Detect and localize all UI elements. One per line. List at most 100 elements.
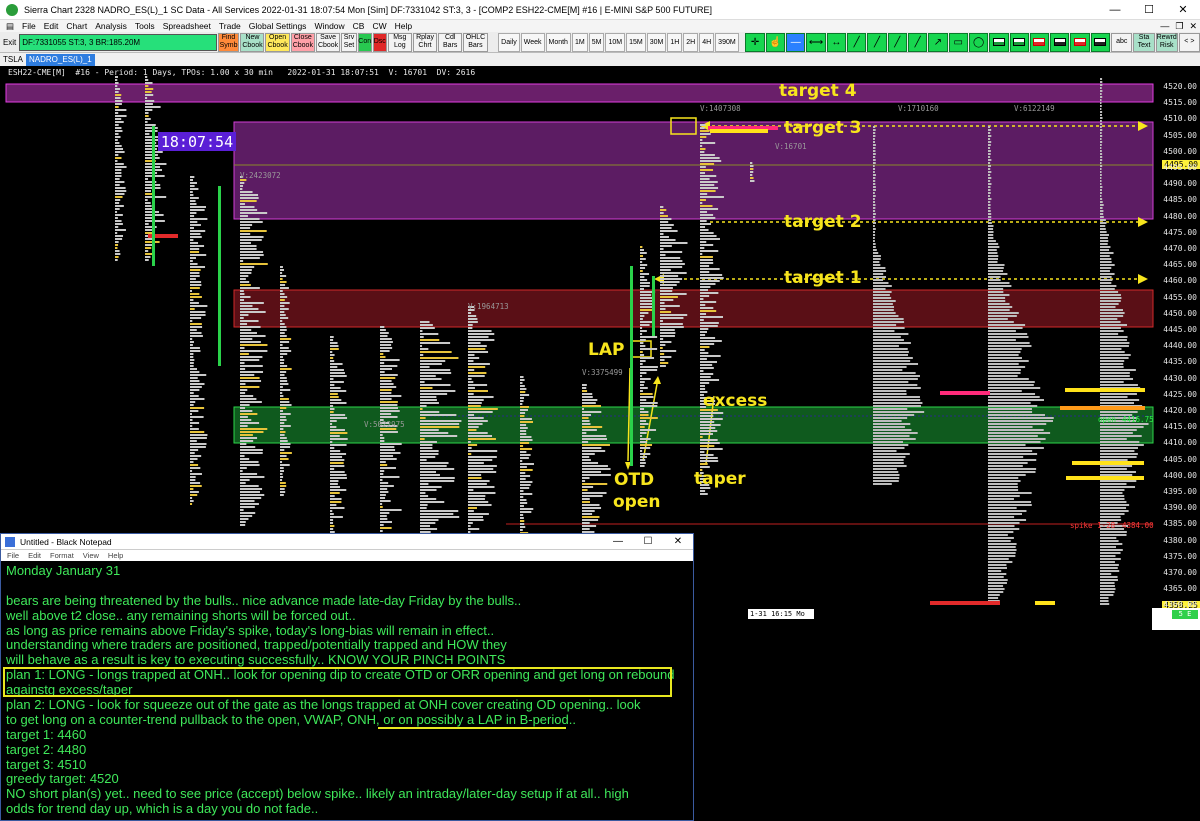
minimize-button[interactable]: —: [1098, 0, 1132, 20]
volume-row: [1100, 144, 1102, 146]
draw-tool-9-icon[interactable]: ↗: [928, 32, 948, 52]
mdi-control-2[interactable]: ✕: [1186, 21, 1200, 32]
tpo-row: [240, 506, 255, 508]
maximize-button[interactable]: ☐: [1132, 0, 1166, 20]
draw-tool-3-icon[interactable]: ⟷: [806, 32, 826, 52]
period-4h[interactable]: 4H: [699, 32, 715, 52]
tpo-row: [240, 245, 257, 247]
draw-tool-8-icon[interactable]: ╱: [907, 32, 928, 52]
period-10m[interactable]: 10M: [605, 32, 626, 52]
volume-row: [873, 201, 876, 203]
period-5m[interactable]: 5M: [588, 32, 605, 52]
volume-row: [988, 528, 1020, 530]
notepad-menu-help[interactable]: Help: [108, 551, 123, 560]
toolbar-button-5[interactable]: Srv Set: [341, 32, 357, 52]
menu-window[interactable]: Window: [310, 21, 348, 31]
tpo-row: [380, 350, 390, 352]
period-390m[interactable]: 390M: [715, 32, 739, 52]
tpo-row: [420, 336, 424, 338]
menu-global-settings[interactable]: Global Settings: [245, 21, 311, 31]
tpo-row: [640, 408, 645, 410]
notepad-menu-file[interactable]: File: [7, 551, 19, 560]
menu-chart[interactable]: Chart: [62, 21, 91, 31]
toolbar-button-11[interactable]: OHLC Bars: [463, 32, 488, 52]
volume-row: [1100, 444, 1144, 446]
bar-style-1-icon[interactable]: [1009, 32, 1029, 52]
tpo-row: [240, 212, 268, 214]
draw-tool-4-icon[interactable]: ↔: [826, 32, 847, 52]
draw-tool-1-icon[interactable]: ☝: [765, 32, 786, 52]
scroll-strip[interactable]: 5 E: [1152, 608, 1200, 630]
right-button-0[interactable]: abc: [1111, 32, 1133, 52]
period-month[interactable]: Month: [545, 32, 571, 52]
close-button[interactable]: ✕: [1166, 0, 1200, 20]
right-button-2[interactable]: Rewrd Risk: [1155, 32, 1178, 52]
toolbar-button-8[interactable]: Msg Log: [387, 32, 412, 52]
toolbar-button-1[interactable]: New Cbook: [240, 32, 265, 52]
notepad-menu-view[interactable]: View: [83, 551, 99, 560]
period-15m[interactable]: 15M: [626, 32, 646, 52]
menu-tools[interactable]: Tools: [131, 21, 159, 31]
volume-row: [1100, 282, 1112, 284]
tpo-row: [280, 464, 290, 466]
account-status[interactable]: DF:7331055 ST:3, 3 BR:185.20M: [19, 33, 217, 51]
draw-tool-11-icon[interactable]: ◯: [968, 32, 989, 52]
period-2h[interactable]: 2H: [683, 32, 699, 52]
bar-style-3-icon[interactable]: [1050, 32, 1070, 52]
tpo-row: [240, 443, 247, 445]
right-button-1[interactable]: Sta Text: [1133, 32, 1155, 52]
period-week[interactable]: Week: [520, 32, 545, 52]
right-button-3[interactable]: < >: [1178, 32, 1200, 52]
bar-style-2-icon[interactable]: [1029, 32, 1050, 52]
tpo-row: [660, 320, 663, 322]
toolbar-button-6[interactable]: Con: [357, 32, 372, 52]
notepad-close-button[interactable]: ✕: [663, 536, 693, 547]
menu-cw[interactable]: CW: [368, 21, 390, 31]
notepad-maximize-button[interactable]: ☐: [633, 536, 663, 547]
menu-spreadsheet[interactable]: Spreadsheet: [159, 21, 215, 31]
menu-trade[interactable]: Trade: [215, 21, 245, 31]
tpo-row: [280, 458, 289, 460]
draw-tool-5-icon[interactable]: ╱: [847, 32, 867, 52]
menu-analysis[interactable]: Analysis: [91, 21, 131, 31]
notepad-minimize-button[interactable]: —: [603, 536, 633, 547]
draw-tool-7-icon[interactable]: ╱: [887, 32, 907, 52]
bar-style-4-icon[interactable]: [1070, 32, 1090, 52]
tpo-row: [115, 259, 118, 261]
mdi-control-0[interactable]: —: [1157, 21, 1172, 31]
volume-row: [988, 159, 992, 161]
volume-row: [873, 423, 911, 425]
toolbar-button-0[interactable]: Find Symb: [217, 32, 240, 52]
menu-edit[interactable]: Edit: [40, 21, 63, 31]
toolbar-button-7[interactable]: Dsc: [372, 32, 387, 52]
price-scale[interactable]: 4495.00 4358.25 4520.00 4515.00 4510.00 450…: [1153, 66, 1200, 618]
toolbar-button-4[interactable]: Save Cbook: [315, 32, 341, 52]
tpo-row: [240, 485, 259, 487]
price-tick: 4400.00: [1163, 470, 1197, 480]
draw-tool-10-icon[interactable]: ▭: [948, 32, 968, 52]
draw-tool-0-icon[interactable]: ✛: [745, 32, 765, 52]
period-daily[interactable]: Daily: [498, 32, 520, 52]
toolbar-button-2[interactable]: Open Cbook: [265, 32, 290, 52]
exit-button[interactable]: Exit: [0, 38, 19, 47]
tpo-row: [145, 85, 149, 87]
period-1m[interactable]: 1M: [571, 32, 588, 52]
notepad-menu-edit[interactable]: Edit: [28, 551, 41, 560]
bar-style-5-icon[interactable]: [1090, 32, 1111, 52]
draw-tool-2-icon[interactable]: —: [786, 32, 806, 52]
menu-cb[interactable]: CB: [349, 21, 369, 31]
toolbar-button-9[interactable]: Rplay Chrt: [412, 32, 438, 52]
menu-file[interactable]: File: [18, 21, 40, 31]
period-1h[interactable]: 1H: [667, 32, 683, 52]
menu-help[interactable]: Help: [391, 21, 416, 31]
notepad-menu-format[interactable]: Format: [50, 551, 74, 560]
notepad-window[interactable]: Untitled - Black Notepad — ☐ ✕ File Edit F…: [0, 533, 694, 821]
bar-style-0-icon[interactable]: [989, 32, 1009, 52]
mdi-control-1[interactable]: ❐: [1172, 21, 1186, 32]
tab-tsla[interactable]: TSLA: [0, 54, 26, 66]
period-30m[interactable]: 30M: [646, 32, 667, 52]
draw-tool-6-icon[interactable]: ╱: [867, 32, 887, 52]
toolbar-button-3[interactable]: Close Cbook: [290, 32, 315, 52]
tab-nadro-es-l-1[interactable]: NADRO_ES(L)_1: [26, 53, 95, 66]
toolbar-button-10[interactable]: Cdl Bars: [438, 32, 463, 52]
